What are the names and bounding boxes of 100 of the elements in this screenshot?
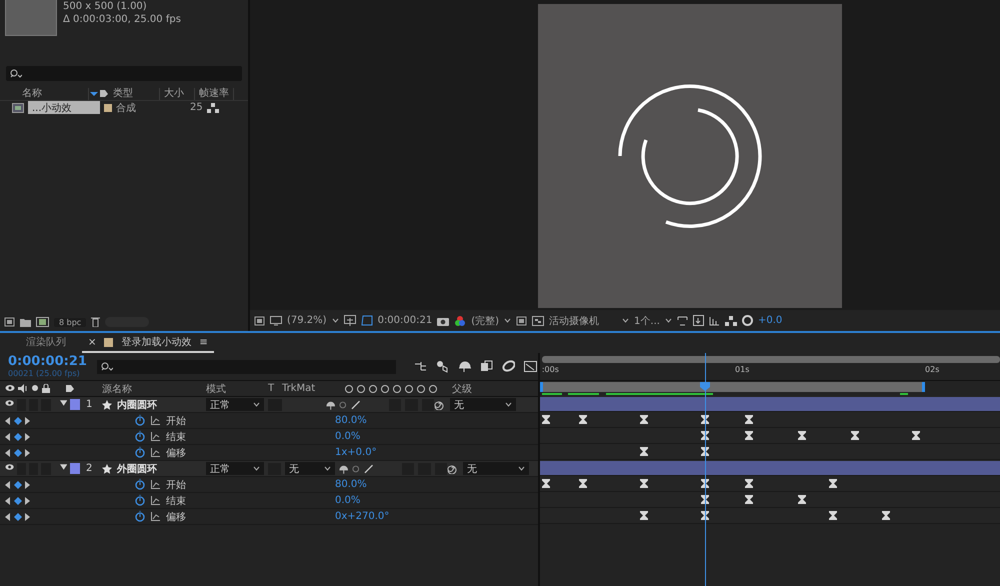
new-composition-icon[interactable]: [36, 317, 49, 327]
keyframe-marker[interactable]: [829, 511, 838, 520]
caret-icon[interactable]: [664, 318, 672, 323]
caret-icon[interactable]: [622, 318, 630, 323]
keyframe-marker[interactable]: [798, 495, 806, 504]
switch-toggle[interactable]: [434, 462, 447, 474]
keyframe-marker[interactable]: [912, 431, 920, 440]
column-header[interactable]: 帧速率: [195, 88, 234, 100]
pick-whip-icon[interactable]: [447, 464, 457, 474]
property-value[interactable]: 0x+270.0°: [335, 511, 390, 522]
view-layout-dropdown[interactable]: 1个...: [634, 314, 660, 328]
transparency-grid-icon[interactable]: [532, 316, 544, 326]
property-value[interactable]: 0.0%: [335, 431, 360, 442]
parent-dropdown[interactable]: 无: [463, 462, 529, 475]
keyframe-marker[interactable]: [829, 479, 838, 488]
camera-dropdown[interactable]: 活动摄像机: [549, 314, 618, 328]
region-icon[interactable]: [254, 316, 265, 326]
composition-mini-flowchart-icon[interactable]: [414, 360, 427, 373]
folder-icon[interactable]: [20, 318, 31, 326]
switch-toggle[interactable]: [405, 398, 418, 410]
zoom-dropdown[interactable]: (79.2%): [287, 315, 327, 326]
keyframe-marker[interactable]: [851, 431, 860, 440]
graph-icon[interactable]: [151, 480, 160, 489]
pixel-aspect-icon[interactable]: [676, 316, 688, 326]
keyframe-marker[interactable]: [640, 447, 648, 456]
playhead-handle-icon[interactable]: [700, 382, 710, 391]
flowchart-icon[interactable]: [724, 316, 737, 326]
eye-icon[interactable]: [5, 384, 15, 392]
roi-icon[interactable]: [516, 316, 528, 326]
keyframe-marker[interactable]: [542, 479, 550, 488]
parent-dropdown[interactable]: 无: [450, 398, 516, 411]
sort-arrow-icon[interactable]: [89, 90, 99, 96]
keyframe-marker[interactable]: [640, 511, 648, 520]
tab[interactable]: 登录加载小动效: [121, 335, 192, 349]
caret-icon[interactable]: [332, 318, 339, 323]
close-button[interactable]: ×: [88, 336, 96, 348]
keyframe-marker[interactable]: [578, 479, 587, 488]
lock-icon[interactable]: [42, 384, 50, 393]
label-swatch[interactable]: [70, 462, 80, 474]
graph-icon[interactable]: [151, 512, 160, 521]
column-header[interactable]: 源名称: [102, 382, 206, 396]
resolution-dropdown[interactable]: (完整): [471, 314, 500, 328]
eye-icon[interactable]: [5, 398, 14, 406]
search-field[interactable]: [6, 66, 242, 81]
eye-icon[interactable]: [5, 462, 14, 470]
search-field[interactable]: [96, 360, 396, 374]
track-matte-dropdown[interactable]: 无: [285, 462, 335, 475]
property-value[interactable]: 1x+0.0°: [335, 447, 377, 458]
caret-icon[interactable]: [504, 318, 512, 323]
stopwatch-icon[interactable]: [135, 415, 145, 426]
current-timecode[interactable]: 0:00:00:21: [8, 355, 87, 369]
graph-icon[interactable]: [151, 496, 160, 505]
channel-icon[interactable]: [454, 314, 466, 326]
label-swatch[interactable]: [70, 398, 80, 410]
panel-menu-button[interactable]: ≡: [199, 336, 208, 348]
keyframe-marker[interactable]: [882, 511, 890, 520]
keyframe-marker[interactable]: [744, 479, 753, 488]
viewer-timecode[interactable]: 0:00:00:21: [378, 315, 432, 326]
stopwatch-icon[interactable]: [135, 511, 145, 522]
stopwatch-icon[interactable]: [135, 431, 145, 442]
graph-icon[interactable]: [151, 448, 160, 457]
lock-toggle[interactable]: [41, 398, 51, 410]
interpret-footage-icon[interactable]: [4, 317, 15, 327]
tab[interactable]: 渲染队列: [26, 335, 66, 349]
expanded-triangle-icon[interactable]: [60, 398, 67, 406]
layer-name[interactable]: 内圈圆环: [117, 398, 157, 412]
speaker-icon[interactable]: [18, 384, 28, 393]
trash-icon[interactable]: [91, 317, 100, 327]
exposure-icon[interactable]: [742, 315, 753, 326]
column-header[interactable]: TrkMat: [282, 383, 344, 394]
property-value[interactable]: 80.0%: [335, 479, 367, 490]
shy-layers-icon[interactable]: [458, 360, 471, 373]
column-header[interactable]: T: [268, 383, 282, 394]
mask-icon[interactable]: [360, 315, 373, 326]
tag-icon[interactable]: [65, 384, 75, 393]
keyframe-marker[interactable]: [640, 479, 648, 488]
graph-icon[interactable]: [151, 416, 160, 425]
monitor-icon[interactable]: [270, 316, 282, 326]
switch-toggle[interactable]: [422, 398, 434, 410]
preserve-transparency-toggle[interactable]: [268, 398, 282, 410]
keyframe-marker[interactable]: [744, 495, 753, 504]
property-value[interactable]: 0.0%: [335, 495, 360, 506]
column-header[interactable]: 父级: [452, 382, 472, 396]
fast-preview-icon[interactable]: [692, 315, 704, 326]
column-header[interactable]: 大小: [160, 88, 195, 100]
stopwatch-icon[interactable]: [135, 479, 145, 490]
graph-editor-icon[interactable]: [524, 360, 537, 373]
exposure-value[interactable]: +0.0: [758, 315, 782, 326]
keyframe-marker[interactable]: [744, 415, 753, 424]
stopwatch-icon[interactable]: [135, 495, 145, 506]
flowchart-icon[interactable]: [206, 102, 219, 112]
expanded-triangle-icon[interactable]: [60, 462, 67, 470]
keyframe-marker[interactable]: [798, 431, 806, 440]
camera-icon[interactable]: [437, 316, 450, 326]
bit-depth-button[interactable]: 8 bpc: [54, 318, 86, 326]
property-value[interactable]: 80.0%: [335, 415, 367, 426]
mode-dropdown[interactable]: 正常: [206, 398, 264, 411]
pick-whip-icon[interactable]: [434, 400, 444, 410]
switch-toggle[interactable]: [389, 398, 402, 410]
keyframe-marker[interactable]: [578, 415, 587, 424]
